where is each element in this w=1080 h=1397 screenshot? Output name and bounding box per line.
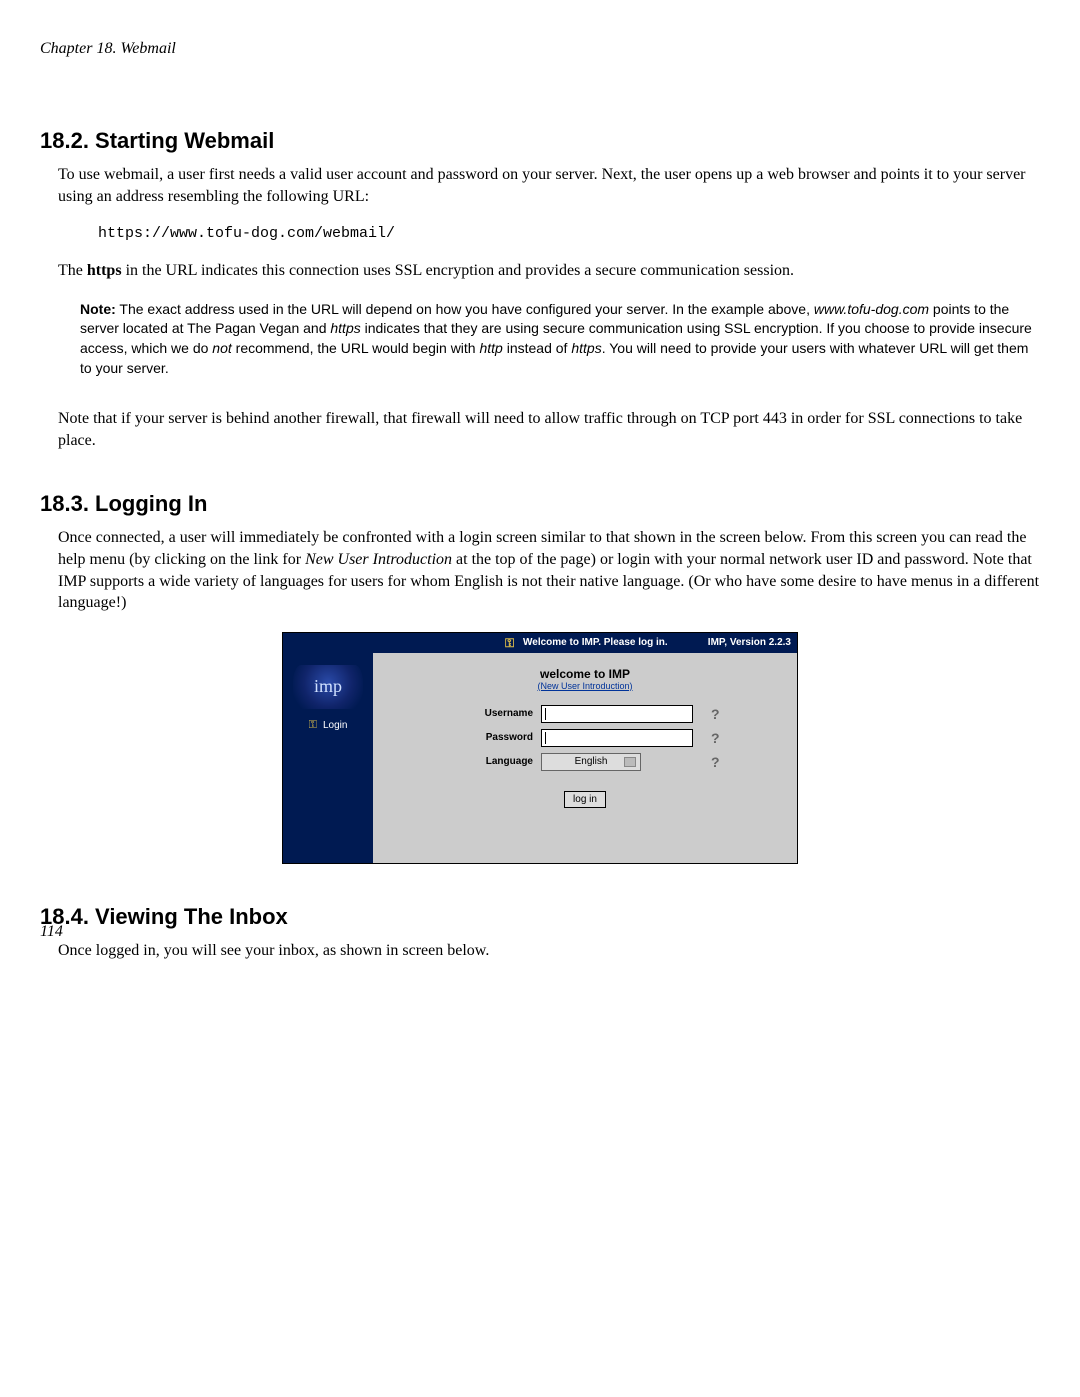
imp-version: IMP, Version 2.2.3	[708, 637, 791, 648]
note-block: Note: The exact address used in the URL …	[80, 300, 1040, 378]
imp-sidebar: imp ⚿ Login	[283, 653, 373, 863]
chapter-header: Chapter 18. Webmail	[40, 40, 1040, 58]
note-http: http	[479, 340, 502, 356]
section-184-title: 18.4. Viewing The Inbox	[40, 904, 1040, 930]
https-bold: https	[87, 262, 122, 279]
help-icon[interactable]: ?	[711, 754, 720, 770]
note-domain: www.tofu-dog.com	[814, 301, 929, 317]
text: in the URL indicates this connection use…	[122, 262, 794, 279]
url-code: https://www.tofu-dog.com/webmail/	[98, 225, 1040, 242]
page-number: 114	[40, 923, 63, 941]
chevron-down-icon	[624, 757, 636, 767]
note-https: https	[330, 320, 360, 336]
key-icon: ⚿	[505, 636, 514, 651]
sidebar-login-link[interactable]: ⚿ Login	[283, 719, 373, 732]
imp-login-screenshot: ⚿ Welcome to IMP. Please log in. IMP, Ve…	[282, 632, 798, 864]
imp-main: welcome to IMP (New User Introduction) U…	[373, 653, 797, 863]
help-icon[interactable]: ?	[711, 706, 720, 722]
password-label: Password	[373, 732, 541, 743]
new-user-link[interactable]: (New User Introduction)	[373, 681, 797, 691]
note-https2: https	[571, 340, 601, 356]
text: instead of	[503, 340, 572, 356]
username-input[interactable]	[541, 705, 693, 723]
help-icon[interactable]: ?	[711, 730, 720, 746]
sidebar-login-label: Login	[323, 720, 347, 731]
language-label: Language	[373, 756, 541, 767]
key-icon: ⚿	[309, 719, 317, 732]
language-select[interactable]: English	[541, 753, 641, 771]
username-label: Username	[373, 708, 541, 719]
imp-topbar: ⚿ Welcome to IMP. Please log in. IMP, Ve…	[283, 633, 797, 653]
section-182-p1: To use webmail, a user first needs a val…	[58, 164, 1040, 207]
welcome-heading: welcome to IMP	[373, 667, 797, 681]
section-182-p2: The https in the URL indicates this conn…	[58, 260, 1040, 282]
section-182-title: 18.2. Starting Webmail	[40, 128, 1040, 154]
login-button[interactable]: log in	[564, 791, 606, 808]
new-user-intro-italic: New User Introduction	[305, 551, 452, 568]
imp-top-title: Welcome to IMP. Please log in.	[523, 637, 668, 648]
text: recommend, the URL would begin with	[232, 340, 480, 356]
imp-logo: imp	[293, 665, 363, 709]
section-183-title: 18.3. Logging In	[40, 491, 1040, 517]
section-183-p1: Once connected, a user will immediately …	[58, 527, 1040, 613]
text: The exact address used in the URL will d…	[116, 301, 814, 317]
text-cursor	[545, 732, 546, 744]
text-cursor	[545, 708, 546, 720]
section-184-p1: Once logged in, you will see your inbox,…	[58, 940, 1040, 962]
password-input[interactable]	[541, 729, 693, 747]
section-182-p3: Note that if your server is behind anoth…	[58, 408, 1040, 451]
note-label: Note:	[80, 301, 116, 317]
language-value: English	[575, 756, 608, 767]
text: The	[58, 262, 87, 279]
note-not: not	[212, 340, 231, 356]
